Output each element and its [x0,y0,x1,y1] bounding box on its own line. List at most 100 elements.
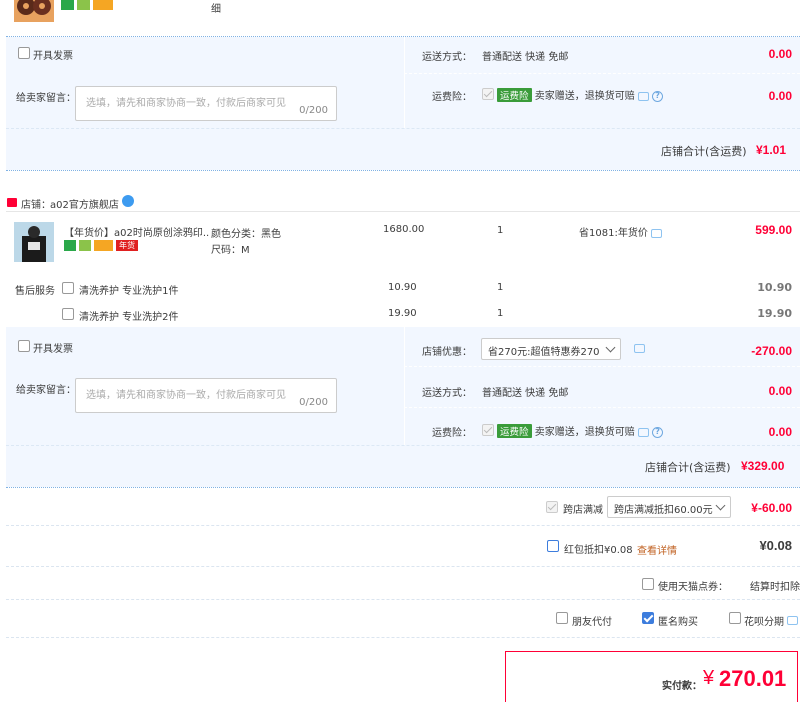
cross-store-label: 跨店满减 [563,505,603,516]
chat-icon[interactable] [651,228,663,238]
item-promo-text: 省1081:年货价 [579,228,648,239]
service-checkbox-1[interactable] [62,282,74,294]
friend-pay-checkbox[interactable] [556,612,568,624]
service-qty-1: 1 [497,282,504,293]
help-icon[interactable]: ? [652,90,664,102]
service-price-2: 19.90 [388,308,417,319]
message-placeholder: 选填，请先和商家协商一致，付款后商家可见 [86,98,286,109]
anonymous-checkbox[interactable] [642,612,654,624]
cross-store-checkbox [546,501,558,513]
service-checkbox-2[interactable] [62,308,74,320]
pay-currency: ¥ [703,667,715,689]
item-thumbnail[interactable] [14,222,54,262]
points-checkbox[interactable] [642,578,654,590]
message-input[interactable]: 选填，请先和商家协商一致，付款后商家可见 0/200 [75,86,337,121]
cross-store-value: ¥-60.00 [751,501,792,515]
anonymous-label: 匿名购买 [658,617,698,628]
chat-icon[interactable] [637,427,649,437]
chevron-down-icon [715,500,726,511]
insurance-info: 运费险 卖家赠送，退换货可赔 ? [497,423,664,438]
item-spec-text: 细 [211,4,221,15]
message-label: 给卖家留言： [16,385,76,396]
invoice-label: 开具发票 [33,51,73,62]
store-label: 店铺： [21,200,51,211]
payment-summary-box: 实付款： ¥ 270.01 [505,651,798,702]
cross-store-select[interactable]: 跨店满减抵扣60.00元 [607,496,731,518]
huabei-checkbox[interactable] [729,612,741,624]
insurance-price: 0.00 [768,89,792,103]
store1-item-thumbnail[interactable] [14,0,54,22]
service-price-1: 10.90 [388,282,417,293]
store-name-link[interactable]: a02官方旗舰店 [50,196,119,211]
coupon-select-value: 省270元:超值特惠券270 [488,347,600,358]
cross-store-select-value: 跨店满减抵扣60.00元 [614,505,713,516]
points-value: 结算时扣除 [750,582,800,593]
insurance-tag: 运费险 [497,424,532,438]
chevron-down-icon [605,342,616,353]
store-chat-icon[interactable] [122,195,134,207]
redpacket-detail-link[interactable]: 查看详情 [637,542,677,557]
shipping-price: 0.00 [768,47,792,61]
insurance-info: 运费险 卖家赠送，退换货可赔 ? [497,87,664,102]
service-subtotal-2: 19.90 [757,307,792,320]
chat-icon[interactable] [787,616,798,625]
item-promo: 省1081:年货价 [579,224,663,239]
service-qty-2: 1 [497,308,504,319]
nianhuo-badge: 年货 [116,240,138,251]
message-input[interactable]: 选填，请先和商家协商一致，付款后商家可见 0/200 [75,378,337,413]
chat-icon[interactable] [634,344,645,353]
insurance-label: 运费险： [432,428,472,439]
item-title-link[interactable]: 【年货价】a02时尚原创涂鸦印... [64,224,209,239]
service-badge-7day-icon [61,0,74,10]
service-name-1: 清洗养护 专业洗护1件 [79,286,179,297]
store1-total-label: 店铺合计(含运费) [661,145,747,158]
item-color-spec: 颜色分类：黑色 [211,229,281,240]
friend-pay-label: 朋友代付 [572,617,612,628]
message-char-count: 0/200 [299,105,328,116]
store2-total-label: 店铺合计(含运费) [645,461,731,474]
help-icon[interactable]: ? [652,426,664,438]
redpacket-label: 红包抵扣¥0.08 [564,545,633,556]
service-badge-7day-icon [64,240,76,251]
chat-icon[interactable] [637,91,649,101]
store2-total-value: ¥329.00 [741,459,785,473]
invoice-checkbox[interactable] [18,340,30,352]
insurance-tag: 运费险 [497,88,532,102]
service-name-2: 清洗养护 专业洗护2件 [79,312,179,323]
insurance-price: 0.00 [768,425,792,439]
insurance-checkbox [482,88,494,100]
insurance-label: 运费险： [432,92,472,103]
redpacket-checkbox[interactable] [547,540,559,552]
service-badge-guarantee-icon [79,240,91,251]
insurance-text: 卖家赠送，退换货可赔 [534,91,635,102]
shipping-value: 普通配送 快递 免邮 [482,52,569,63]
shipping-value: 普通配送 快递 免邮 [482,388,569,399]
service-badge-guarantee-icon [77,0,90,10]
huabei-label: 花呗分期 [744,617,784,628]
service-badge-card-icon [93,0,113,10]
coupon-select[interactable]: 省270元:超值特惠券270 [481,338,621,360]
item-subtotal: 599.00 [755,223,792,237]
item-size-spec: 尺码：M [211,245,250,256]
invoice-label: 开具发票 [33,344,73,355]
after-sale-label: 售后服务 [15,286,55,297]
shipping-label: 运送方式： [422,52,472,63]
tmall-store-icon [7,198,17,207]
pay-label: 实付款： [662,681,702,692]
store1-total-value: ¥1.01 [756,143,787,157]
service-subtotal-1: 10.90 [757,281,792,294]
service-badge-card-icon [94,240,113,251]
points-label: 使用天猫点券： [658,582,728,593]
message-placeholder: 选填，请先和商家协商一致，付款后商家可见 [86,390,286,401]
invoice-checkbox[interactable] [18,47,30,59]
coupon-label: 店铺优惠： [422,347,472,358]
shipping-price: 0.00 [768,384,792,398]
message-char-count: 0/200 [299,397,328,408]
insurance-checkbox [482,424,494,436]
item-unit-price: 1680.00 [383,224,425,235]
item-quantity: 1 [497,225,504,236]
pay-value: 270.01 [719,666,787,691]
message-label: 给卖家留言： [16,93,76,104]
shipping-label: 运送方式： [422,388,472,399]
redpacket-value: ¥0.08 [759,538,792,553]
